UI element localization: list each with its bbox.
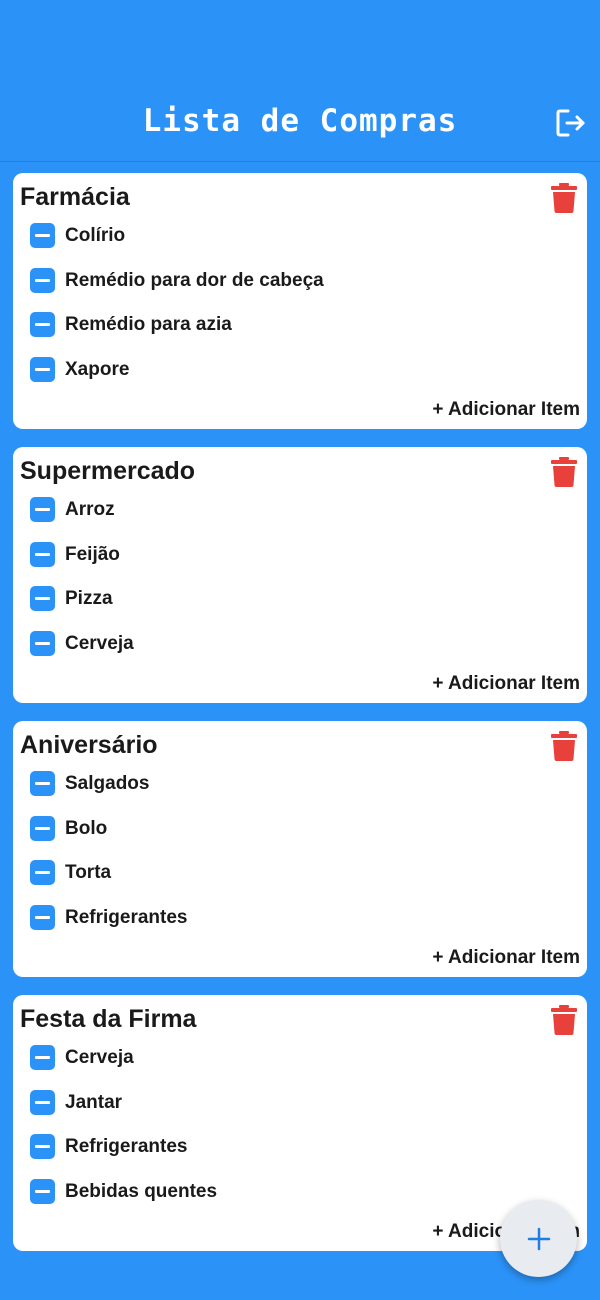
remove-item-button[interactable] <box>30 860 55 886</box>
plus-icon <box>527 1227 550 1250</box>
delete-list-button[interactable] <box>551 457 577 487</box>
minus-icon <box>35 552 50 556</box>
minus-icon <box>35 871 50 875</box>
minus-icon <box>35 508 50 511</box>
minus-icon <box>35 1100 50 1104</box>
delete-list-button[interactable] <box>551 183 577 213</box>
list-title: Aniversário <box>20 731 158 759</box>
list-item: Torta <box>30 860 188 905</box>
item-label: Pizza <box>65 588 113 610</box>
list-item: Remédio para dor de cabeça <box>30 267 324 313</box>
trash-icon <box>551 731 577 761</box>
item-label: Refrigerantes <box>65 907 188 929</box>
list-title: Supermercado <box>20 457 196 485</box>
trash-icon <box>551 1005 577 1035</box>
minus-icon <box>35 826 50 830</box>
app-header: Lista de Compras <box>0 0 600 162</box>
minus-icon <box>35 642 50 646</box>
remove-item-button[interactable] <box>30 312 55 338</box>
remove-item-button[interactable] <box>30 1089 55 1115</box>
remove-item-button[interactable] <box>30 1045 55 1070</box>
trash-icon <box>551 457 577 487</box>
add-item-button[interactable]: + Adicionar Item <box>432 947 580 969</box>
item-label: Remédio para azia <box>65 314 232 336</box>
remove-item-button[interactable] <box>30 815 55 841</box>
list-items: Arroz Feijão Pizza Cerveja <box>30 497 134 676</box>
item-label: Feijão <box>65 543 120 565</box>
list-item: Refrigerantes <box>30 905 188 950</box>
add-item-button[interactable]: + Adicionar Item <box>432 673 580 695</box>
remove-item-button[interactable] <box>30 357 55 383</box>
page-title: Lista de Compras <box>142 103 458 139</box>
remove-item-button[interactable] <box>30 541 55 567</box>
logout-button[interactable] <box>553 105 589 141</box>
item-label: Arroz <box>65 499 115 520</box>
remove-item-button[interactable] <box>30 223 55 248</box>
minus-icon <box>35 1190 50 1194</box>
remove-item-button[interactable] <box>30 1179 55 1205</box>
remove-item-button[interactable] <box>30 771 55 796</box>
minus-icon <box>35 323 50 327</box>
list-title: Festa da Firma <box>20 1005 197 1033</box>
list-item: Bolo <box>30 815 188 861</box>
delete-list-button[interactable] <box>551 1005 577 1035</box>
minus-icon <box>35 782 50 785</box>
list-items: Colírio Remédio para dor de cabeça Reméd… <box>30 223 324 402</box>
list-card: Festa da Firma Cerveja Jantar Refrigeran… <box>13 995 587 1251</box>
list-card: Supermercado Arroz Feijão Pizza Cerveja … <box>13 447 587 703</box>
item-label: Colírio <box>65 225 126 246</box>
list-item: Colírio <box>30 223 324 268</box>
minus-icon <box>35 1145 50 1149</box>
logout-icon <box>556 109 585 137</box>
minus-icon <box>35 368 50 372</box>
minus-icon <box>35 597 50 601</box>
item-label: Xapore <box>65 359 130 381</box>
delete-list-button[interactable] <box>551 731 577 761</box>
add-list-fab[interactable] <box>500 1200 577 1277</box>
item-label: Cerveja <box>65 633 134 655</box>
list-title: Farmácia <box>20 183 130 211</box>
list-item: Remédio para azia <box>30 312 324 357</box>
add-item-button[interactable]: + Adicionar Item <box>432 399 580 421</box>
list-item: Jantar <box>30 1089 217 1135</box>
item-label: Cerveja <box>65 1047 134 1068</box>
remove-item-button[interactable] <box>30 497 55 522</box>
list-item: Cerveja <box>30 631 134 676</box>
list-item: Cerveja <box>30 1045 217 1090</box>
item-label: Torta <box>65 862 112 884</box>
list-item: Feijão <box>30 541 134 587</box>
list-card: Farmácia Colírio Remédio para dor de cab… <box>13 173 587 429</box>
minus-icon <box>35 278 50 282</box>
item-label: Refrigerantes <box>65 1136 188 1158</box>
minus-icon <box>35 234 50 237</box>
item-label: Bolo <box>65 817 108 839</box>
list-item: Arroz <box>30 497 134 542</box>
remove-item-button[interactable] <box>30 1134 55 1160</box>
list-item: Bebidas quentes <box>30 1179 217 1224</box>
item-label: Jantar <box>65 1091 123 1113</box>
list-items: Cerveja Jantar Refrigerantes Bebidas que… <box>30 1045 217 1224</box>
remove-item-button[interactable] <box>30 905 55 931</box>
list-item: Xapore <box>30 357 324 402</box>
list-item: Refrigerantes <box>30 1134 217 1179</box>
remove-item-button[interactable] <box>30 586 55 612</box>
remove-item-button[interactable] <box>30 631 55 657</box>
item-label: Remédio para dor de cabeça <box>65 269 324 291</box>
minus-icon <box>35 1056 50 1059</box>
trash-icon <box>551 183 577 213</box>
item-label: Bebidas quentes <box>65 1181 218 1203</box>
minus-icon <box>35 916 50 920</box>
list-card: Aniversário Salgados Bolo Torta Refriger… <box>13 721 587 977</box>
list-items: Salgados Bolo Torta Refrigerantes <box>30 771 188 950</box>
shopping-lists: Farmácia Colírio Remédio para dor de cab… <box>13 173 587 1269</box>
list-item: Pizza <box>30 586 134 631</box>
list-item: Salgados <box>30 771 188 816</box>
item-label: Salgados <box>65 773 150 794</box>
remove-item-button[interactable] <box>30 267 55 293</box>
